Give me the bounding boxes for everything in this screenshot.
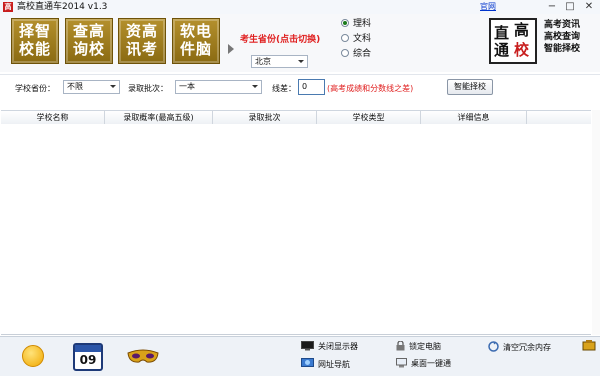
subject-label: 文科 [353, 34, 372, 44]
tile-line: 查高 [72, 22, 105, 40]
batch-select[interactable]: 一本 [175, 80, 262, 94]
calendar-icon[interactable]: 09 [73, 343, 103, 371]
desktop-shortcut-button[interactable]: 桌面一键通 [396, 358, 451, 369]
school-province-value: 不限 [67, 82, 83, 91]
app-icon: 高 [3, 2, 13, 12]
chevron-down-icon [110, 85, 116, 88]
column-header[interactable]: 录取概率(最高五级) [105, 111, 213, 124]
title-bar: 高 高校直通车2014 v1.3 官网 − □ ✕ [0, 0, 600, 15]
memory-clean-icon [488, 341, 499, 352]
province-value: 北京 [255, 57, 271, 66]
logo-char: 直 [494, 24, 510, 42]
tool-label: 锁定电脑 [409, 342, 441, 351]
column-header[interactable]: 录取批次 [213, 111, 317, 124]
radio-icon [341, 34, 349, 42]
results-table-body[interactable] [1, 124, 591, 335]
minimize-icon[interactable]: − [545, 1, 559, 13]
tool-label: 桌面一键通 [411, 359, 451, 368]
tool-label: 清空冗余内存 [503, 343, 551, 352]
feature-item: 高考资讯 [544, 20, 581, 30]
settings-tool-icon[interactable] [582, 339, 596, 351]
logo-char: 高 [514, 21, 530, 39]
filter-bar: 学校省份： 不限 录取批次： 一本 线差： 0 (高考成绩和分数线之差) 智能择… [0, 74, 600, 103]
monitor-icon [301, 341, 314, 351]
batch-label: 录取批次： [128, 84, 168, 93]
score-hint: (高考成绩和分数线之差) [327, 84, 414, 93]
tile-line: 件脑 [179, 40, 212, 58]
radio-icon [341, 49, 349, 57]
logo-char: 通 [494, 41, 510, 59]
province-switch-label[interactable]: 考生省份(点击切换) [240, 32, 320, 45]
web-navigation-button[interactable]: 网址导航 [301, 358, 350, 370]
sun-icon[interactable] [22, 345, 44, 367]
tile-line: 校能 [18, 40, 51, 58]
column-header[interactable]: 学校类型 [317, 111, 421, 124]
column-header[interactable]: 详细信息 [421, 111, 527, 124]
official-site-link[interactable]: 官网 [480, 1, 496, 13]
tab-smart-select[interactable]: 择智 校能 [11, 18, 59, 64]
score-label: 线差： [272, 84, 296, 93]
lock-icon [396, 341, 405, 351]
tile-line: 软电 [179, 22, 212, 40]
tab-school-search[interactable]: 查高 询校 [65, 18, 113, 64]
table-header: 学校名称 录取概率(最高五级) 录取批次 学校类型 详细信息 [1, 110, 591, 125]
tool-label: 网址导航 [318, 360, 350, 369]
subject-label: 理科 [353, 19, 372, 29]
school-province-label: 学校省份： [15, 84, 55, 93]
lock-computer-button[interactable]: 锁定电脑 [396, 341, 441, 352]
subject-radio-science[interactable]: 理科 [341, 18, 371, 30]
chevron-down-icon [298, 60, 304, 63]
tile-line: 询校 [72, 40, 105, 58]
column-header[interactable]: 学校名称 [1, 111, 105, 124]
header-banner: 择智 校能 查高 询校 资高 讯考 软电 件脑 考生省份(点击切换) 北京 理科… [0, 14, 600, 72]
clear-memory-button[interactable]: 清空冗余内存 [488, 341, 551, 353]
maximize-icon[interactable]: □ [563, 1, 577, 13]
province-select[interactable]: 北京 [251, 55, 308, 68]
school-province-select[interactable]: 不限 [63, 80, 120, 94]
tile-line: 择智 [18, 22, 51, 40]
feature-list: 高考资讯 高校查询 智能择校 [544, 19, 580, 55]
window-title: 高校直通车2014 v1.3 [17, 2, 108, 12]
subject-radio-combined[interactable]: 综合 [341, 48, 371, 60]
subject-radio-arts[interactable]: 文科 [341, 33, 371, 45]
mask-icon[interactable] [127, 349, 159, 365]
feature-item: 高校查询 [544, 32, 581, 42]
tab-exam-news[interactable]: 资高 讯考 [118, 18, 166, 64]
close-icon[interactable]: ✕ [582, 1, 596, 13]
score-difference-input[interactable]: 0 [298, 79, 325, 95]
tab-pc-software[interactable]: 软电 件脑 [172, 18, 220, 64]
calendar-day: 09 [79, 353, 97, 367]
desktop-icon [396, 358, 407, 368]
turn-off-monitor-button[interactable]: 关闭显示器 [301, 341, 358, 352]
tile-line: 讯考 [125, 40, 158, 58]
batch-value: 一本 [179, 82, 195, 91]
chevron-down-icon [252, 85, 258, 88]
tile-line: 资高 [125, 22, 158, 40]
feature-item: 智能择校 [544, 44, 581, 54]
logo-char: 校 [514, 41, 530, 59]
web-nav-icon [301, 358, 314, 367]
brand-logo: 直 高 通 校 [489, 18, 537, 64]
tool-label: 关闭显示器 [318, 342, 358, 351]
footer-toolbar: 09 关闭显示器 锁定电脑 清空冗余内存 网址导航 桌面一键通 [0, 336, 600, 376]
vertical-scrollbar[interactable] [592, 110, 600, 335]
radio-icon [341, 19, 349, 27]
calendar-header [75, 345, 101, 352]
smart-select-button[interactable]: 智能择校 [447, 79, 493, 95]
chevron-right-icon [228, 44, 234, 54]
subject-label: 综合 [353, 49, 372, 59]
